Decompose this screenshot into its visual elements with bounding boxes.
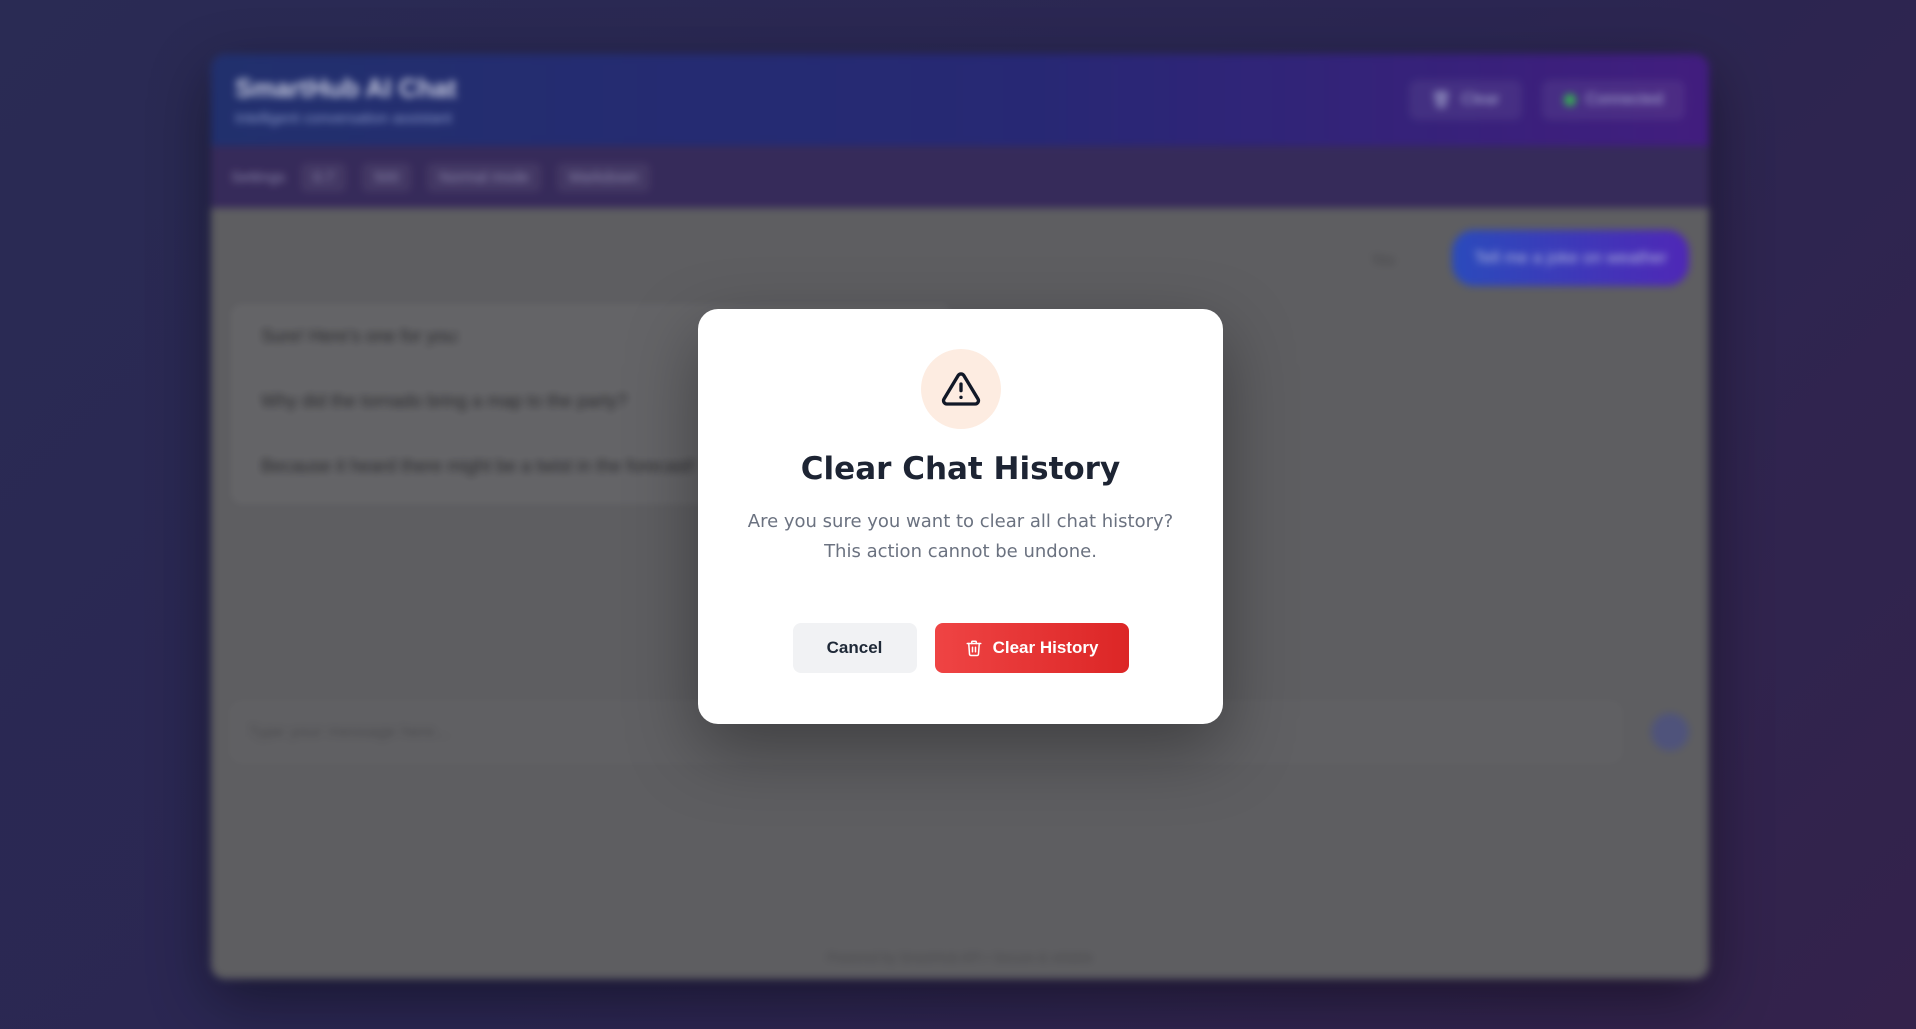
clear-history-button-label: Clear History bbox=[992, 638, 1099, 657]
warning-icon-container bbox=[920, 349, 1001, 429]
dialog-message: Are you sure you want to clear all chat … bbox=[747, 511, 1174, 562]
cancel-button[interactable]: Cancel bbox=[792, 623, 917, 673]
trash-icon bbox=[966, 640, 982, 657]
warning-triangle-icon bbox=[941, 372, 980, 406]
clear-history-button[interactable]: Clear History bbox=[934, 623, 1129, 673]
clear-history-dialog: Clear Chat History Are you sure you want… bbox=[698, 309, 1223, 724]
dialog-actions: Cancel Clear History bbox=[792, 623, 1129, 673]
dialog-title: Clear Chat History bbox=[800, 451, 1121, 487]
